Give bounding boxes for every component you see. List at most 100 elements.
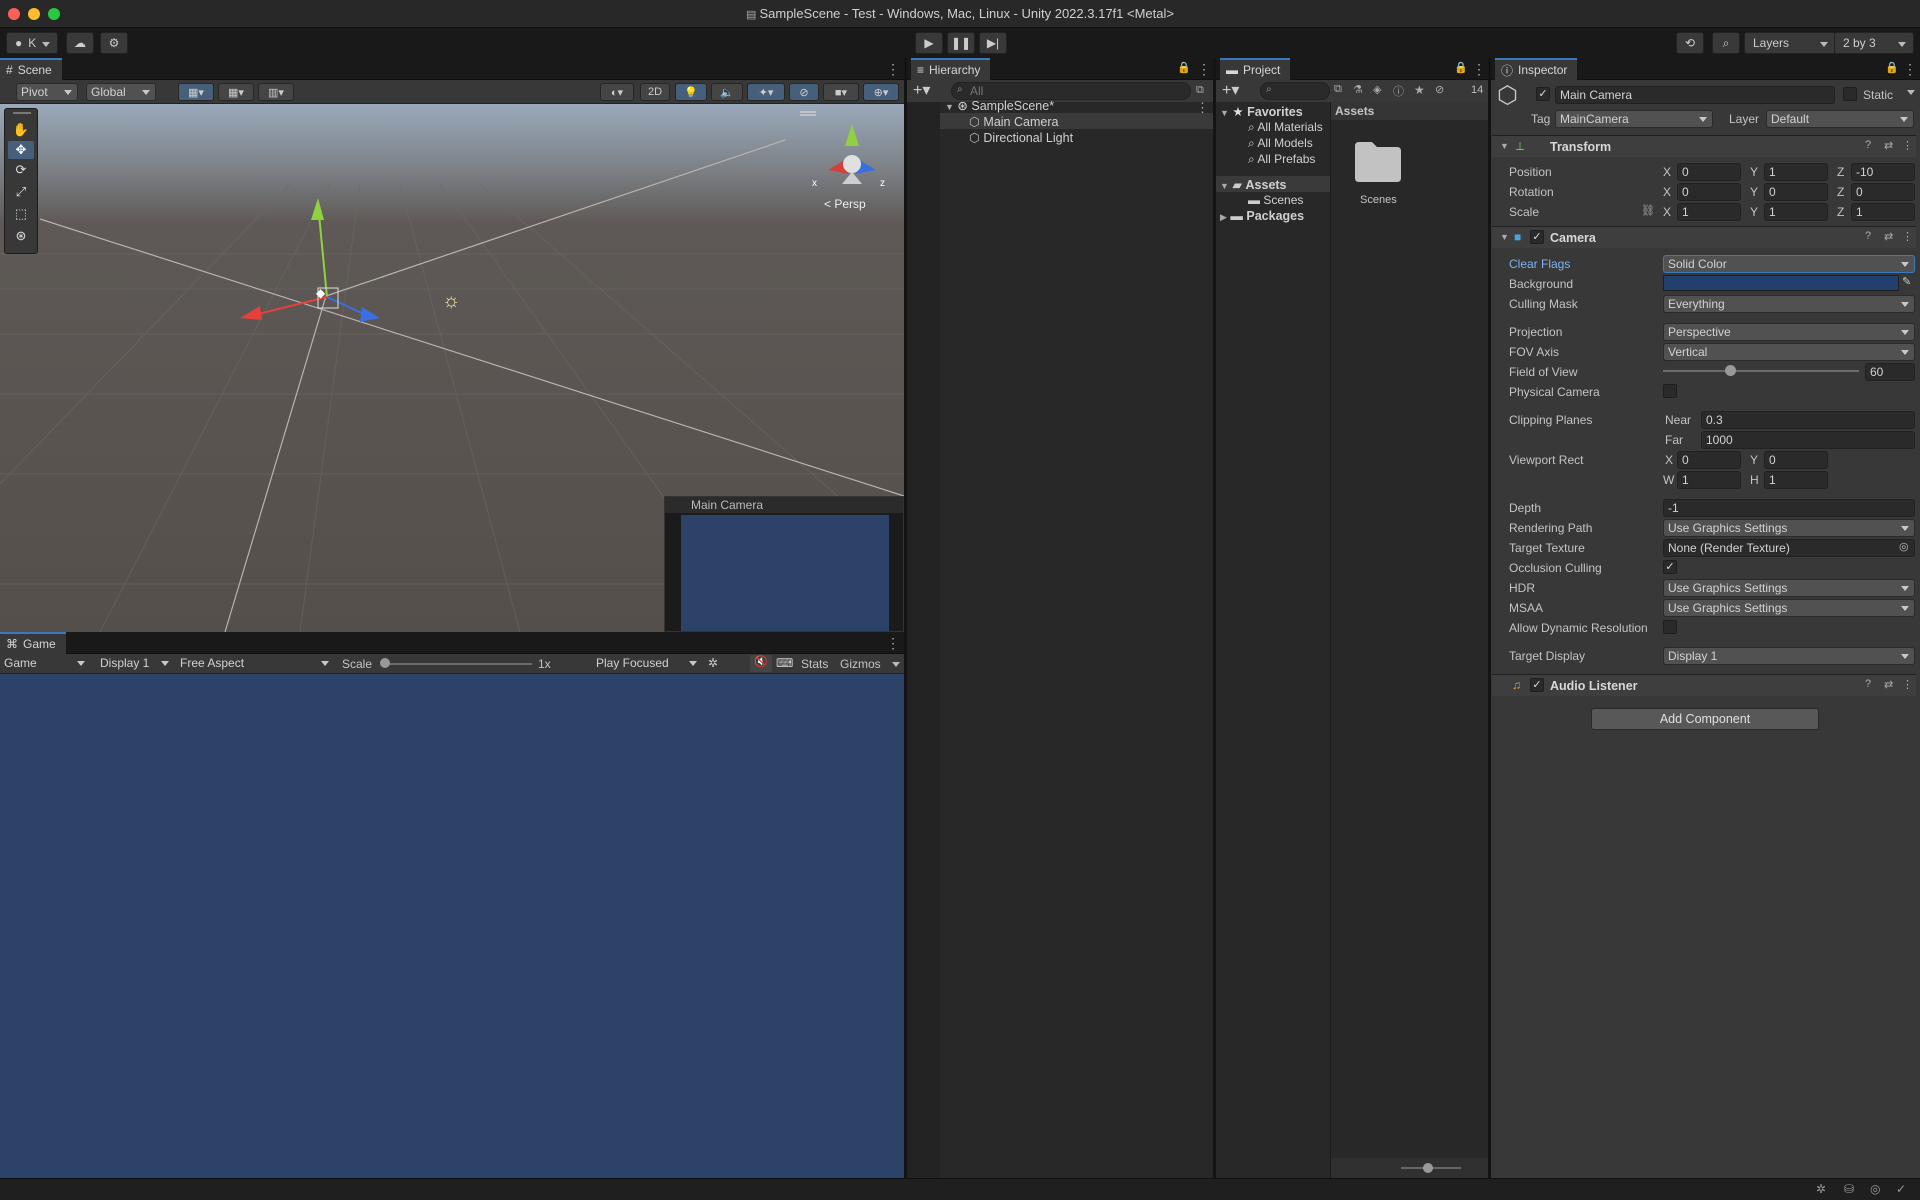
orientation-gizmo[interactable] [800,111,876,184]
gizmos-button[interactable]: Gizmos [840,657,881,671]
layers-dropdown[interactable]: Layers [1744,32,1836,54]
hdr-dropdown[interactable]: Use Graphics Settings [1663,579,1915,597]
gizmos-dropdown[interactable]: ⊕▾ [863,83,899,101]
static-checkbox[interactable] [1843,87,1857,101]
physical-camera-checkbox[interactable] [1663,384,1677,398]
rotation-z-field[interactable]: 0 [1851,183,1915,201]
hidden-packages-icon[interactable]: ⊘ [1435,83,1444,96]
hierarchy-scene-row[interactable]: ▼ ⊛ SampleScene* [945,98,1054,113]
target-display-dropdown[interactable]: Display 1 [1663,647,1915,665]
projection-dropdown[interactable]: Perspective [1663,323,1915,341]
game-mode-dropdown[interactable]: Game [0,655,90,673]
star-icon[interactable]: ★ [1414,83,1425,97]
game-viewport[interactable] [0,674,904,1178]
scale-z-field[interactable]: 1 [1851,203,1915,221]
icon-size-thumb[interactable] [1423,1163,1433,1173]
static-chevron-down-icon[interactable] [1907,90,1915,99]
help-icon[interactable]: ? [1865,139,1871,151]
account-dropdown[interactable]: ● K [6,32,58,54]
component-menu-icon[interactable]: ⋮ [1902,230,1913,243]
fov-slider-thumb[interactable] [1724,365,1736,376]
play-focused-dropdown[interactable]: Play Focused [592,655,702,673]
clear-flags-dropdown[interactable]: Solid Color [1663,255,1915,273]
global-dropdown[interactable]: Global [86,83,156,101]
lock-icon[interactable]: 🔒 [1885,61,1899,74]
rotate-tool-icon[interactable]: ⟳ [8,161,34,179]
fov-slider-track[interactable] [1663,370,1859,372]
audio-toggle[interactable]: 🔈 [711,83,743,101]
debug-icon[interactable]: ✲ [1816,1182,1826,1196]
move-gizmo[interactable] [240,198,380,322]
pivot-dropdown[interactable]: Pivot [16,83,78,101]
step-button[interactable]: ▶| [979,32,1007,54]
transform-tool-icon[interactable]: ⊛ [8,227,34,245]
position-z-field[interactable]: -10 [1851,163,1915,181]
favorite-all-models[interactable]: ⌕ All Models [1248,136,1313,151]
help-icon[interactable]: ? [1865,230,1871,242]
lock-icon[interactable]: 🔒 [1454,61,1468,74]
scale-tool-icon[interactable]: ⤢ [8,183,34,201]
viewport-x-field[interactable]: 0 [1677,451,1741,469]
tab-project[interactable]: ▬ Project [1220,58,1291,80]
game-menu-icon[interactable]: ⋮ [886,635,900,652]
component-menu-icon[interactable]: ⋮ [1902,139,1913,152]
effects-dropdown[interactable]: ✦▾ [747,83,785,101]
hidden-objects-toggle[interactable]: ⊘ [789,83,819,101]
scale-x-field[interactable]: 1 [1677,203,1741,221]
sun-icon[interactable]: ☼ [442,290,460,313]
rotation-x-field[interactable]: 0 [1677,183,1741,201]
rect-tool-icon[interactable]: ⬚ [8,205,34,223]
cache-icon[interactable]: ⛁ [1844,1182,1854,1196]
lighting-toggle[interactable]: 💡 [675,83,707,101]
position-x-field[interactable]: 0 [1677,163,1741,181]
add-icon[interactable]: +▾ [913,80,930,100]
tab-inspector[interactable]: ⓘ Inspector [1495,58,1578,80]
background-color-swatch[interactable] [1663,275,1899,291]
camera-enabled-checkbox[interactable]: ✓ [1530,230,1544,244]
culling-mask-dropdown[interactable]: Everything [1663,295,1915,313]
camera-gizmo-icon[interactable]: ◆ [316,286,325,300]
target-texture-field[interactable]: None (Render Texture) [1663,539,1915,557]
undo-history-button[interactable]: ⟲ [1676,32,1704,54]
camera-header[interactable]: ▼ ■ ✓ Camera ? ⇄ ⋮ [1492,226,1916,248]
scenes-folder-asset[interactable] [1352,138,1404,182]
pause-button[interactable]: ❚❚ [947,32,975,54]
search-filter-icon[interactable]: ⧉ [1196,84,1204,97]
persp-label[interactable]: < Persp [824,197,866,211]
tab-hierarchy[interactable]: ≡ Hierarchy [911,58,991,80]
object-name-field[interactable]: Main Camera [1555,86,1835,104]
far-field[interactable]: 1000 [1701,431,1915,449]
tab-game[interactable]: ⌘ Game [0,632,66,654]
keyboard-icon[interactable]: ⌨ [776,656,793,670]
filter-type-icon[interactable]: ⚗ [1353,83,1363,96]
component-menu-icon[interactable]: ⋮ [1902,678,1913,691]
depth-field[interactable]: -1 [1663,499,1915,517]
occlusion-culling-checkbox[interactable]: ✓ [1663,560,1677,574]
favorites-row[interactable]: ▼ ★ Favorites [1220,104,1303,119]
2d-toggle[interactable]: 2D [640,83,670,101]
layer-dropdown[interactable]: Default [1766,110,1914,128]
transform-header[interactable]: ▼ ⟂ Transform ? ⇄ ⋮ [1492,135,1916,157]
increment-snap-button[interactable]: ▦▾ [218,83,254,101]
active-checkbox[interactable]: ✓ [1536,87,1550,101]
link-icon[interactable]: ⛓ [1641,204,1655,217]
help-icon[interactable]: ? [1865,678,1871,690]
viewport-y-field[interactable]: 0 [1764,451,1828,469]
fov-value-field[interactable]: 60 [1865,363,1915,381]
object-picker-icon[interactable]: ◎ [1899,540,1909,553]
rotation-y-field[interactable]: 0 [1764,183,1828,201]
audio-listener-enabled-checkbox[interactable]: ✓ [1530,678,1544,692]
collab-button[interactable]: ⚙ [100,32,128,54]
position-y-field[interactable]: 1 [1764,163,1828,181]
aspect-dropdown[interactable]: Free Aspect [176,655,334,673]
packages-folder-row[interactable]: ▶ ▬ Packages [1220,209,1304,223]
camera-dropdown[interactable]: ■▾ [823,83,859,101]
hierarchy-item-directional-light[interactable]: ⬡ Directional Light [969,130,1073,145]
draw-mode-button[interactable]: ◐▾ [600,83,634,101]
near-field[interactable]: 0.3 [1701,411,1915,429]
favorite-all-materials[interactable]: ⌕ All Materials [1248,120,1328,135]
viewport-h-field[interactable]: 1 [1764,471,1828,489]
assets-breadcrumb-label[interactable]: Assets [1335,104,1374,118]
fov-axis-dropdown[interactable]: Vertical [1663,343,1915,361]
tab-scene[interactable]: # Scene [0,58,62,80]
